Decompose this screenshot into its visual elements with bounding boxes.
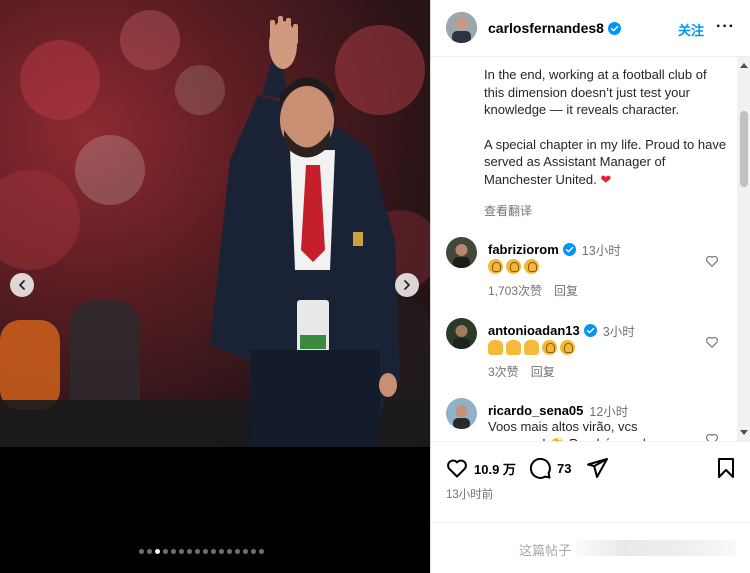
comment-count: 73 [557,460,572,476]
carousel-dot [235,549,240,554]
like-count: 10.9 万 [474,461,516,477]
carousel-dot [163,549,168,554]
carousel-next-button[interactable] [395,273,419,297]
carousel-dot [227,549,232,554]
commenter-username[interactable]: antonioadan13 [488,323,580,338]
carousel-dot [203,549,208,554]
carousel-dot [243,549,248,554]
avatar-image [446,12,477,43]
author-username-row[interactable]: carlosfernandes8 [488,20,621,36]
more-options-icon[interactable]: ··· [716,18,735,36]
add-comment-box[interactable]: 这篇帖子 [431,522,750,573]
scroll-up-arrow-icon[interactable] [740,63,748,68]
comment-item: fabriziorom 13小时 1,703次赞 回复 [431,237,750,317]
share-button[interactable] [585,456,609,480]
comment-bubble-icon [529,457,551,479]
avatar-image [446,398,477,429]
post-caption: In the end, working at a football club o… [484,66,729,205]
comments-scroll-area[interactable]: In the end, working at a football club o… [431,57,750,441]
post-media [0,0,430,573]
carousel-dot [155,549,160,554]
commenter-avatar[interactable] [446,398,477,429]
chevron-left-icon [19,280,25,290]
like-button[interactable]: 10.9 万 [445,456,516,480]
clapping-hands-emoji [506,259,521,275]
carousel-dot [187,549,192,554]
verified-badge-icon [607,21,621,35]
carousel-dot [179,549,184,554]
see-translation-link[interactable]: 查看翻译 [484,202,532,219]
comment-meta: 1,703次赞 回复 [488,282,578,299]
carousel-dot [251,549,256,554]
caption-paragraph-2-wrapper: A special chapter in my life. Proud to h… [484,136,729,189]
post-timestamp: 13小时前 [446,489,494,501]
praying-hands-emoji [488,340,503,356]
send-paper-plane-icon [587,458,608,478]
carousel-dot [195,549,200,554]
clapping-hands-emoji [524,259,539,275]
photo-illustration [0,10,430,447]
scrollbar-thumb[interactable] [740,111,748,187]
commenter-avatar[interactable] [446,237,477,268]
comment-like-count[interactable]: 3次赞 [488,363,519,380]
clapping-hands-emoji [542,340,557,356]
heart-outline-icon[interactable] [705,254,719,268]
carousel-dot [211,549,216,554]
heart-outline-icon[interactable] [705,335,719,349]
scroll-down-arrow-icon[interactable] [740,430,748,435]
chevron-right-icon [404,280,410,290]
heart-icon [447,459,467,478]
bookmark-save-icon[interactable] [714,456,738,480]
post-photo[interactable] [0,0,430,447]
clapping-hands-emoji [488,259,503,275]
author-username[interactable]: carlosfernandes8 [488,20,604,36]
carousel-dots [139,549,264,554]
comment-text [488,257,698,275]
reply-button[interactable]: 回复 [554,282,578,299]
follow-button[interactable]: 关注 [678,20,704,39]
avatar-image [446,318,477,349]
comment-like-count[interactable]: 1,703次赞 [488,282,542,299]
carousel-dot [259,549,264,554]
comment-text [488,338,698,356]
verified-badge-icon [583,324,597,337]
carousel-prev-button[interactable] [10,273,34,297]
clapping-hands-emoji [560,340,575,356]
heart-outline-icon[interactable] [705,432,719,441]
commenter-avatar[interactable] [446,318,477,349]
comment-item: antonioadan13 3小时 3次赞 回复 [431,318,750,398]
post-actions: 10.9 万 73 13小时前 这篇帖子 [431,441,750,573]
comment-button[interactable]: 73 [528,456,571,480]
blurred-overlay [576,540,736,556]
commenter-username[interactable]: ricardo_sena05 [488,403,583,418]
post-header: carlosfernandes8 关注 ··· [431,0,750,57]
commenter-username[interactable]: fabriziorom [488,242,559,257]
post-side-panel: carlosfernandes8 关注 ··· In the end, work… [430,0,750,573]
carousel-dot [171,549,176,554]
caption-paragraph-1: In the end, working at a football club o… [484,67,707,117]
carousel-dot [139,549,144,554]
red-heart-emoji: ❤ [600,171,612,187]
verified-badge-icon [562,243,576,256]
carousel-dot [147,549,152,554]
reply-button[interactable]: 回复 [531,363,555,380]
praying-hands-emoji [524,340,539,356]
carousel-dot [219,549,224,554]
praying-hands-emoji [506,340,521,356]
comment-input-placeholder[interactable]: 这篇帖子 [519,540,571,559]
comment-text: Voos mais altos virão, vcs merecem! 👏 Pa… [488,419,653,441]
comment-meta: 3次赞 回复 [488,363,555,380]
comment-item: ricardo_sena05 12小时 Voos mais altos virã… [431,398,750,441]
comments-scrollbar[interactable] [737,57,750,441]
avatar-image [446,237,477,268]
author-avatar[interactable] [446,12,477,43]
